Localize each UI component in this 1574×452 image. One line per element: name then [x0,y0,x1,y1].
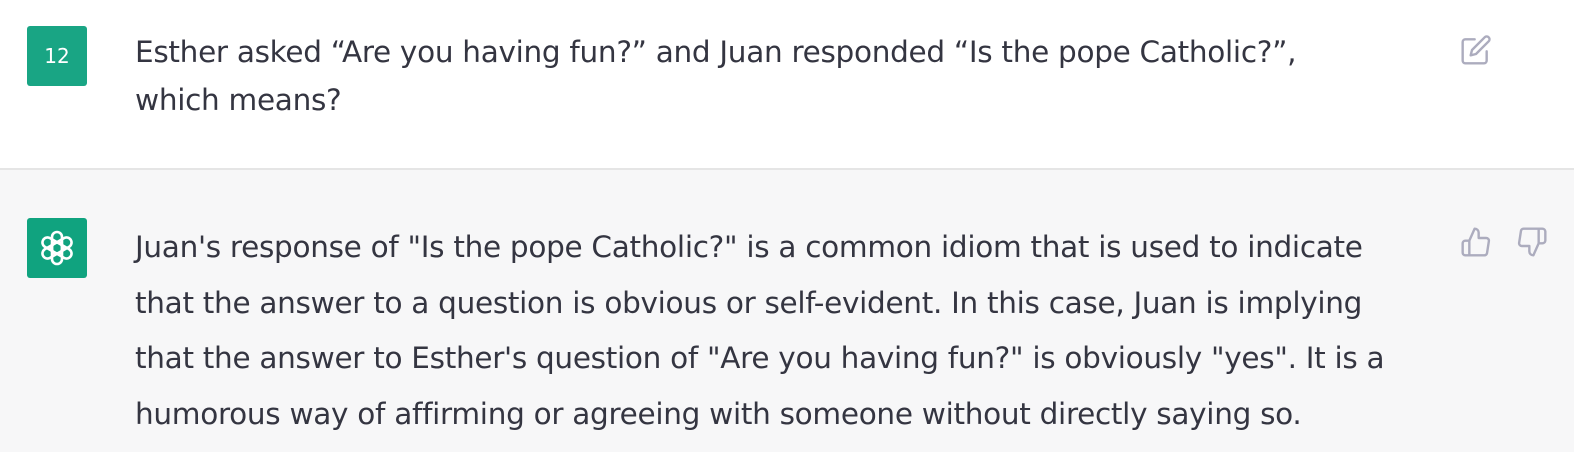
assistant-message-text: Juan's response of "Is the pope Catholic… [135,230,1385,431]
edit-icon [1461,35,1491,65]
thumbs-up-button[interactable] [1458,224,1494,260]
assistant-message-row: Juan's response of "Is the pope Catholic… [0,170,1574,452]
thumbs-down-icon [1517,227,1547,257]
user-message-row: 12 Esther asked “Are you having fun?” an… [0,0,1574,170]
user-message-text: Esther asked “Are you having fun?” and J… [135,35,1297,117]
thumbs-up-icon [1461,227,1491,257]
edit-button[interactable] [1458,32,1494,68]
openai-logo-icon [41,230,73,266]
user-avatar-label: 12 [44,44,70,68]
assistant-avatar [27,218,87,278]
user-avatar: 12 [27,26,87,86]
thumbs-down-button[interactable] [1514,224,1550,260]
